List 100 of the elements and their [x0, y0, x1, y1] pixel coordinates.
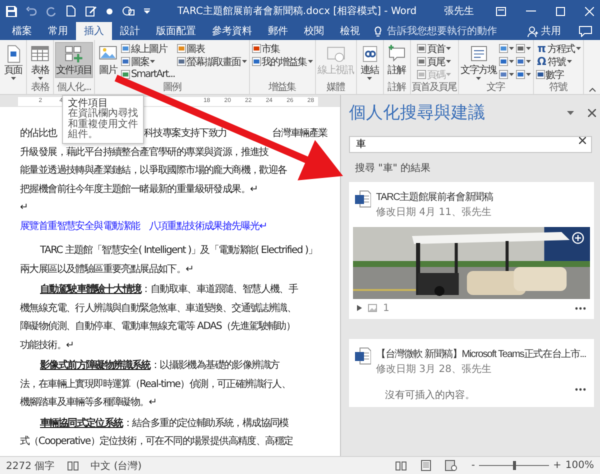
group-label: 表格 — [31, 82, 49, 94]
maximize-icon[interactable] — [556, 6, 565, 16]
redo-icon[interactable] — [46, 6, 57, 16]
ribbon-button[interactable]: 市集 — [250, 42, 314, 55]
tooltip-title: 文件項目 — [68, 98, 108, 109]
word-count[interactable]: 2272 個字 — [6, 458, 55, 472]
undo-icon[interactable] — [26, 6, 37, 16]
ribbon-button[interactable] — [498, 42, 515, 55]
ribbon-button[interactable]: SmartArt... — [120, 68, 176, 81]
ribbon-button[interactable]: 連結 — [358, 42, 382, 82]
edit-document-icon[interactable] — [85, 5, 97, 17]
ribbon-tab[interactable]: 插入 — [76, 22, 112, 40]
comment-icon[interactable] — [579, 26, 592, 37]
ribbon-button[interactable]: 頁首 — [416, 42, 452, 55]
result-meta: 修改日期 3月 28、張先生 — [376, 362, 492, 376]
result-title[interactable]: 【台灣微軟 新聞稿】Microsoft Teams正式在台上市... — [376, 346, 586, 360]
empty-note: 沒有可插入的內容。 — [385, 388, 475, 402]
ribbon-button[interactable]: 圖案 — [120, 55, 176, 68]
lightbulb-icon — [374, 26, 382, 36]
table-icon — [30, 44, 50, 64]
comment-icon — [386, 44, 407, 64]
ribbon-button[interactable] — [514, 42, 532, 55]
ribbon-button[interactable]: 圖表 — [176, 42, 248, 55]
ribbon-button[interactable]: 文件項目 — [55, 42, 93, 78]
ribbon-button[interactable] — [514, 68, 532, 81]
caret-icon — [508, 73, 514, 76]
result-card[interactable]: TARC主題館展前者會新聞稿 修改日期 4月 11、張先生 1 — [349, 182, 594, 318]
result-meta: 修改日期 4月 11、張先生 — [376, 206, 492, 218]
ribbon-button[interactable]: 表格 — [28, 42, 52, 82]
zoom-in-button[interactable]: + — [553, 460, 562, 471]
ribbon-button[interactable]: 線上圖片 — [120, 42, 176, 55]
minimize-icon[interactable] — [526, 10, 536, 12]
caret-icon — [446, 73, 452, 76]
read-mode-icon[interactable] — [395, 460, 408, 470]
image-count: 1 — [383, 302, 390, 314]
ribbon-tab[interactable]: 郵件 — [260, 22, 296, 40]
caret-icon — [10, 77, 16, 80]
new-document-icon[interactable] — [66, 5, 76, 17]
ribbon-button[interactable]: Ω 符號 — [534, 55, 582, 68]
ribbon-tab[interactable]: 校閱 — [296, 22, 332, 40]
caret-icon — [446, 47, 452, 50]
ribbon-button[interactable]: 註解 — [384, 42, 409, 78]
ribbon-display-icon[interactable] — [496, 6, 506, 16]
save-icon[interactable] — [6, 6, 17, 16]
search-field[interactable]: 車 — [349, 136, 592, 152]
ribbon-tab[interactable]: 設計 — [112, 22, 148, 40]
caret-icon — [566, 60, 572, 63]
ribbon-tab[interactable]: 參考資料 — [204, 22, 260, 40]
ribbon-button[interactable]: 頁尾 — [416, 55, 452, 68]
dropdown-icon[interactable] — [567, 110, 574, 114]
ribbon-tab[interactable]: 檔案 — [4, 22, 40, 40]
expand-icon[interactable] — [357, 305, 362, 311]
document-parts-icon — [64, 44, 84, 64]
ribbon-tab[interactable]: 常用 — [40, 22, 76, 40]
ribbon-button[interactable] — [514, 55, 532, 68]
caret-icon — [526, 47, 531, 50]
ribbon-button[interactable]: π 方程式 — [534, 42, 582, 55]
share-button[interactable]: 共用 — [521, 22, 567, 40]
group-label: 媒體 — [326, 82, 345, 94]
ribbon-button[interactable]: 圖片 — [96, 42, 120, 78]
zoom-level[interactable]: 100% — [565, 460, 594, 471]
ribbon-button[interactable]: 文字方塊 — [460, 42, 498, 82]
pane-title: 個人化搜尋與建議 — [349, 102, 486, 124]
ribbon-tab[interactable]: 檢視 — [332, 22, 368, 40]
ribbon-button[interactable]: 螢幕擷取畫面 — [176, 55, 248, 68]
add-icon[interactable] — [572, 232, 584, 244]
user-name[interactable]: 張先生 — [444, 4, 474, 18]
caret-icon — [308, 60, 313, 63]
group-label: 增益集 — [268, 82, 296, 94]
text-line: 障礙物偵測、自動停車、電動車無線充電等 ADAS（先進駕駛輔助） — [20, 320, 296, 334]
window-title: TARC主題館展前者會新聞稿.docx [相容模式] - Word — [176, 4, 418, 18]
ribbon-button[interactable]: 頁面 — [1, 42, 25, 82]
zoom-out-button[interactable]: - — [471, 460, 476, 471]
ribbon-button[interactable]: 數字 — [534, 68, 582, 81]
caret-icon — [446, 60, 452, 63]
text-line: 科技專案支持下致力 — [144, 126, 227, 141]
web-layout-icon[interactable] — [445, 460, 458, 471]
group-label: 註解 — [388, 82, 406, 94]
shapes-icon[interactable] — [122, 5, 135, 17]
more-icon[interactable] — [575, 306, 586, 310]
collapse-ribbon-icon[interactable] — [589, 87, 596, 92]
tell-me-field[interactable]: 告訴我您想要執行的動作 — [385, 24, 509, 38]
ribbon-button[interactable]: 我的增益集 — [250, 55, 314, 68]
close-icon[interactable] — [588, 108, 596, 116]
result-title[interactable]: TARC主題館展前者會新聞稿 — [376, 190, 493, 204]
more-icon[interactable] — [575, 388, 586, 390]
language[interactable]: 中文 (台灣) — [90, 458, 142, 472]
dot-icon[interactable] — [106, 8, 113, 14]
caret-icon — [150, 60, 155, 63]
result-card[interactable]: 【台灣微軟 新聞稿】Microsoft Teams正式在台上市... 修改日期 3月 28、張先生 沒有可插入的內容。 — [349, 338, 594, 406]
clear-icon[interactable] — [579, 137, 586, 144]
proofing-icon[interactable] — [66, 460, 79, 470]
ribbon-tab[interactable]: 版面配置 — [148, 22, 204, 40]
ribbon-button[interactable] — [498, 55, 515, 68]
ribbon-button[interactable] — [498, 68, 515, 81]
customize-menu-icon[interactable] — [144, 8, 150, 14]
text-line: ↵ — [20, 201, 28, 215]
print-layout-icon[interactable] — [421, 460, 432, 471]
text-line: 車輛協同式定位系統：結合多重的定位輔助系統，構成協同模 — [40, 416, 288, 430]
caret-icon — [526, 60, 531, 63]
